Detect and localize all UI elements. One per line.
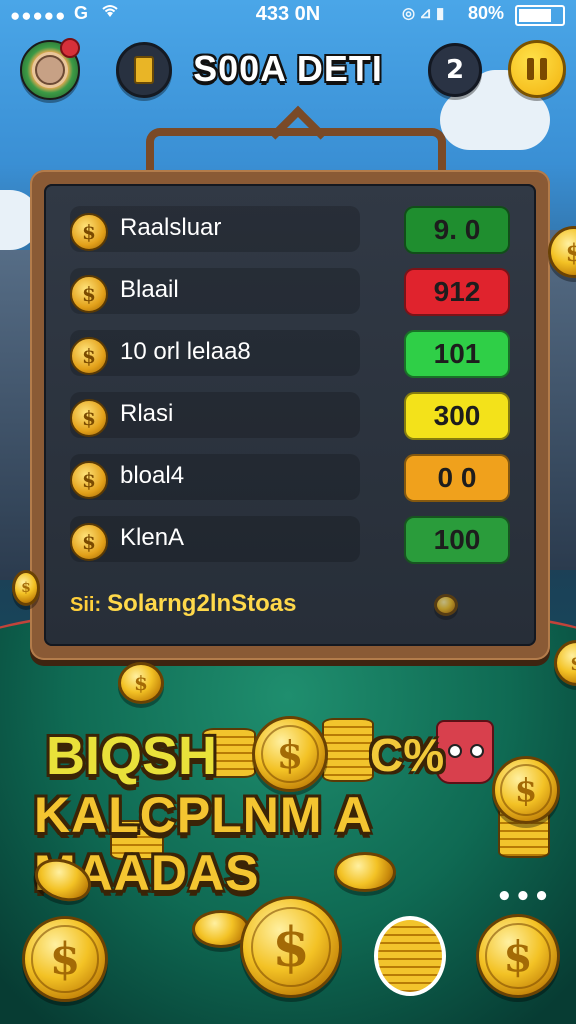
board-footer: Sii: Solarng2lnStoas	[70, 590, 297, 618]
banner-line-2: KALCPLNM A MAADAS	[34, 787, 371, 901]
battery-percent: 80%	[468, 3, 505, 23]
battery-icon	[515, 5, 565, 26]
score-row-bg	[70, 392, 360, 438]
coin-icon: $	[70, 461, 108, 499]
coin-icon: $	[70, 275, 108, 313]
coin-icon: $	[12, 570, 40, 606]
card-icon	[134, 56, 154, 84]
collect-coin-button[interactable]: $	[22, 916, 108, 1002]
notification-gem-icon	[60, 38, 80, 58]
score-board-panel: $ Raalsluar 9. 0 $ Blaail 912 $10 orl lelaa8 10…	[44, 184, 536, 646]
board-footer-prefix: Sii:	[70, 594, 102, 616]
coin-icon: $	[70, 337, 108, 375]
score-row-bg	[70, 516, 360, 562]
score-value: 0 0	[404, 454, 510, 502]
score-label: Blaail	[120, 276, 179, 303]
mascot-cup-icon	[436, 720, 494, 784]
collect-coin-button[interactable]: $	[476, 914, 560, 998]
board-footer-text: Solarng2lnStoas	[107, 590, 297, 617]
avatar-icon	[35, 55, 65, 85]
pause-button[interactable]	[508, 40, 566, 98]
score-row: $ Blaail 912	[70, 268, 510, 316]
coin-icon	[434, 594, 458, 616]
coin-icon: $	[252, 716, 328, 792]
coin-icon: $	[70, 399, 108, 437]
coin-icon: $	[118, 662, 164, 704]
collect-coin-button[interactable]: $	[240, 896, 342, 998]
more-menu-icon[interactable]: •••	[496, 882, 552, 912]
score-value: 9. 0	[404, 206, 510, 254]
coin-icon: $	[70, 213, 108, 251]
score-value: 912	[404, 268, 510, 316]
score-label: bloal4	[120, 462, 185, 489]
score-value: 300	[404, 392, 510, 440]
coin-stack-button[interactable]	[374, 916, 446, 996]
coin-icon	[334, 852, 396, 892]
coin-icon: $	[70, 523, 108, 561]
pause-icon-bar	[540, 58, 547, 80]
score-row-bg	[70, 454, 360, 500]
pause-icon	[527, 58, 534, 80]
status-icons: ◎ ⊿ ▮	[402, 5, 445, 22]
status-bar: ●●●●● G 433 0N ◎ ⊿ ▮ 80%	[0, 0, 576, 28]
score-value: 100	[404, 516, 510, 564]
score-row-bg	[70, 268, 360, 314]
banner-line-1-right: C%	[370, 729, 445, 781]
friends-button[interactable]: 2	[428, 43, 482, 97]
friends-count: 2	[445, 55, 465, 85]
banner-line-1: BIQSH	[46, 726, 218, 786]
score-row: $10 orl lelaa8 101	[70, 330, 510, 378]
cards-button[interactable]	[116, 42, 172, 98]
screen-title: S00A DETI	[193, 48, 383, 89]
score-row: $ KlenA 100	[70, 516, 510, 564]
score-label: KlenA	[120, 524, 185, 551]
mascot-eye	[470, 744, 484, 758]
score-board: $ Raalsluar 9. 0 $ Blaail 912 $10 orl lelaa8 10…	[30, 170, 550, 660]
coin-stack	[322, 718, 374, 782]
score-row: $ Rlasi 300	[70, 392, 510, 440]
mascot-eye	[448, 744, 462, 758]
score-row: $ bloal4 0 0	[70, 454, 510, 502]
score-label: 10 orl lelaa8	[120, 338, 251, 365]
score-label: Rlasi	[120, 400, 174, 427]
score-value: 101	[404, 330, 510, 378]
player-avatar-button[interactable]	[20, 38, 80, 100]
score-row: $ Raalsluar 9. 0	[70, 206, 510, 254]
score-label: Raalsluar	[120, 214, 222, 241]
